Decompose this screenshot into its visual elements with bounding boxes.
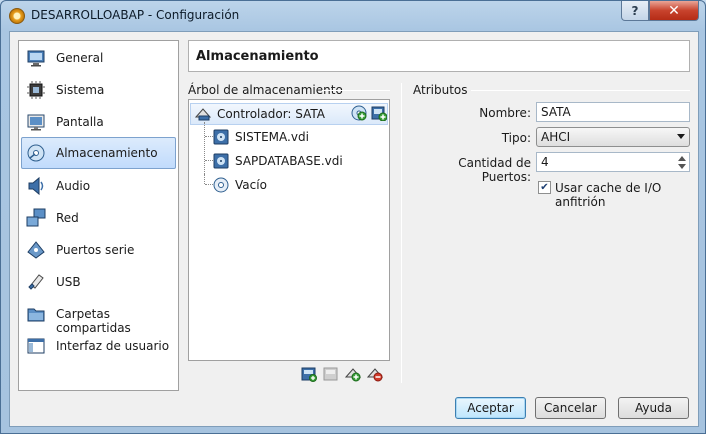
close-button[interactable]: ✕ [649,1,699,21]
window-frame: DESARROLLOABAP - Configuración ? ✕ Gener… [0,0,706,434]
type-select-value: AHCI [541,130,571,144]
sidebar-item-label: General [56,51,104,65]
checkmark-icon: ✔ [540,181,549,193]
remove-controller-button[interactable] [322,366,340,384]
cancel-button[interactable]: Cancelar [535,397,606,419]
spin-down-icon[interactable] [676,162,688,170]
help-title-button[interactable]: ? [621,1,649,21]
ports-value: 4 [541,155,549,169]
hard-disk-icon [213,153,229,172]
chevron-down-icon [677,134,685,139]
sidebar-item-almacenamiento[interactable]: Almacenamiento [21,137,176,169]
sidebar-item-red[interactable]: Red [21,203,176,233]
sidebar-item-label: Sistema [56,83,105,97]
attributes-group-title: Atributos [413,83,468,97]
dialog-client: General Sistema Pantalla Almacenamiento [9,31,699,427]
serial-port-icon [26,240,46,260]
usb-icon [26,272,46,292]
help-button[interactable]: Ayuda [618,397,689,419]
name-field[interactable]: SATA [536,102,690,122]
tree-row-controller[interactable]: Controlador: SATA [190,103,388,125]
sidebar-item-carpetas-compartidas[interactable]: Carpetas compartidas [21,299,176,335]
attributes-group-line [471,90,690,91]
display-icon [26,112,46,132]
chip-icon [26,80,46,100]
type-select[interactable]: AHCI [536,127,690,147]
cache-checkbox-label[interactable]: Usar cache de I/O anfitrión [555,181,698,209]
sidebar-item-usb[interactable]: USB [21,267,176,297]
storage-icon [26,143,46,163]
tree-row-disk[interactable]: SISTEMA.vdi [213,126,383,148]
sata-controller-icon [194,106,212,125]
sidebar-item-label: Red [56,211,79,225]
window-icon [26,336,46,356]
disk-label: SISTEMA.vdi [235,130,309,144]
sidebar-item-audio[interactable]: Audio [21,171,176,201]
optical-disc-icon [213,177,229,196]
settings-sidebar: General Sistema Pantalla Almacenamiento [18,40,179,391]
section-divider [401,83,402,383]
sidebar-item-general[interactable]: General [21,43,176,73]
hard-disk-icon [213,129,229,148]
sidebar-item-pantalla[interactable]: Pantalla [21,107,176,137]
tree-connector [204,174,205,184]
page-title: Almacenamiento [196,49,319,64]
disk-label: Vacío [235,178,267,192]
window-title: DESARROLLOABAP - Configuración [31,8,240,22]
page-title-box: Almacenamiento [188,40,690,72]
sidebar-item-label: Almacenamiento [56,146,158,160]
sidebar-item-sistema[interactable]: Sistema [21,75,176,105]
add-hard-disk-icon[interactable] [371,105,388,124]
sidebar-item-interfaz-de-usuario[interactable]: Interfaz de usuario [21,331,176,361]
title-bar: DESARROLLOABAP - Configuración ? ✕ [1,1,705,31]
sidebar-item-label: USB [56,275,81,289]
add-attachment-icon [344,366,362,385]
add-attachment-button[interactable] [344,366,362,384]
sidebar-item-label: Pantalla [56,115,104,129]
accept-button[interactable]: Aceptar [455,397,526,419]
disk-label: SAPDATABASE.vdi [235,154,343,168]
ports-label: Cantidad de Puertos: [458,156,531,184]
add-controller-button[interactable] [300,366,318,384]
tree-row-optical[interactable]: Vacío [213,174,383,196]
sidebar-item-label: Interfaz de usuario [56,339,170,353]
network-icon [26,208,46,228]
tree-connector [204,122,205,174]
tree-group-line [322,90,390,91]
add-optical-drive-icon[interactable] [351,105,367,124]
monitor-icon [26,48,46,68]
tree-group-title: Árbol de almacenamiento [188,83,343,97]
name-label: Nombre: [479,106,531,120]
remove-attachment-icon [366,366,384,385]
folder-icon [26,304,46,324]
add-controller-icon [301,366,317,385]
type-label: Tipo: [501,131,531,145]
remove-attachment-button[interactable] [366,366,384,384]
sidebar-item-label: Puertos serie [56,243,135,257]
ports-spinbox[interactable]: 4 [536,152,690,172]
cache-checkbox[interactable]: ✔ [538,181,551,194]
speaker-icon [26,176,46,196]
storage-tree[interactable]: Controlador: SATA SISTEMA.vdi SAPDATABAS… [188,99,390,361]
tree-row-disk[interactable]: SAPDATABASE.vdi [213,150,383,172]
virtualbox-icon [9,8,25,24]
sidebar-item-label: Audio [56,179,91,193]
remove-controller-icon [323,366,339,385]
controller-label: Controlador: SATA [217,107,325,121]
sidebar-item-puertos-serie[interactable]: Puertos serie [21,235,176,265]
spin-up-icon[interactable] [676,154,688,162]
